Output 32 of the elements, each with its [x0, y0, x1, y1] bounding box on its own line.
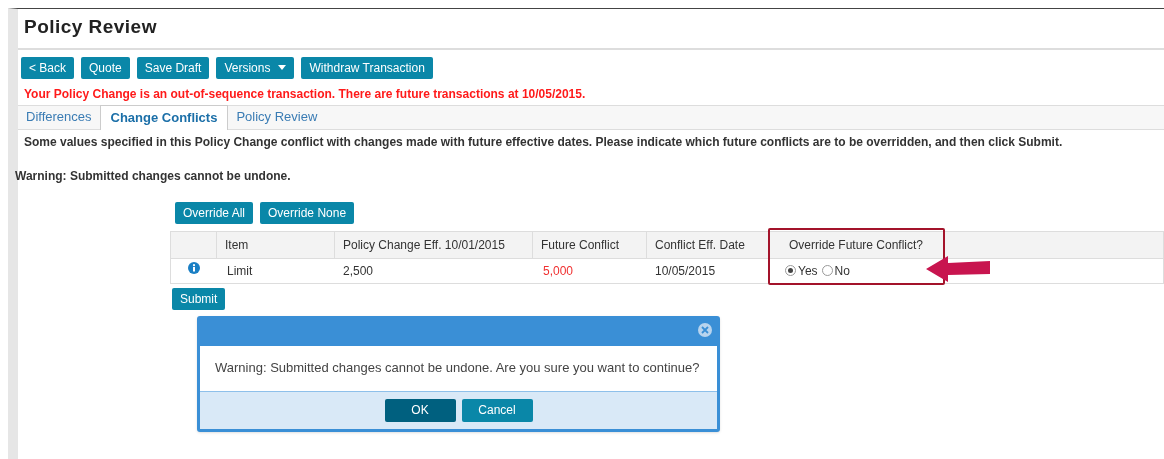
tab[interactable]: Policy Review	[228, 104, 326, 129]
dialog-message: Warning: Submitted changes cannot be undone. Are you sure you want to continue?	[215, 359, 700, 378]
toolbar-button[interactable]: Save Draft	[136, 56, 210, 79]
override-button[interactable]: Override None	[260, 201, 355, 224]
toolbar-button[interactable]: Withdraw Transaction	[301, 56, 433, 79]
tab[interactable]: Change Conflicts	[99, 104, 229, 130]
table-cell-text: 2,500	[342, 262, 375, 280]
close-icon[interactable]	[698, 322, 712, 337]
warning-text: Warning: Submitted changes cannot be undone.	[14, 167, 292, 185]
table-cell-text: 10/05/2015	[654, 262, 717, 280]
dialog-button[interactable]: Cancel	[461, 398, 533, 422]
caret-icon	[278, 65, 287, 70]
radio-option[interactable]: Yes	[785, 261, 818, 280]
column-header: Policy Change Eff. 10/01/2015	[335, 231, 533, 258]
dialog-button[interactable]: OK	[384, 398, 456, 422]
toolbar-button[interactable]: < Back	[21, 56, 75, 79]
column-header: Item	[217, 231, 335, 258]
arrow-icon	[926, 255, 991, 282]
out-of-sequence-message: Your Policy Change is an out-of-sequence transaction. There are future transactions at 10/05/2015.	[23, 85, 587, 103]
radio-option[interactable]: No	[821, 261, 850, 280]
column-header: Future Conflict	[533, 231, 647, 258]
submit-button[interactable]: Submit	[172, 287, 226, 310]
table-cell-text: Limit	[226, 262, 254, 280]
info-icon[interactable]	[188, 261, 200, 274]
table-cell-text: 5,000	[542, 262, 575, 280]
dropdown-button[interactable]: Versions	[216, 56, 295, 79]
instructions-text: Some values specified in this Policy Change conflict with changes made with future effective dates. Please indicate which future conflicts are to be overridden, and then click Submit.	[23, 133, 1064, 151]
toolbar-button[interactable]: Quote	[81, 56, 130, 79]
column-header: Conflict Eff. Date	[647, 231, 769, 258]
tab[interactable]: Differences	[18, 104, 100, 129]
page-title: Policy Review	[24, 15, 158, 39]
override-button[interactable]: Override All	[175, 201, 254, 224]
